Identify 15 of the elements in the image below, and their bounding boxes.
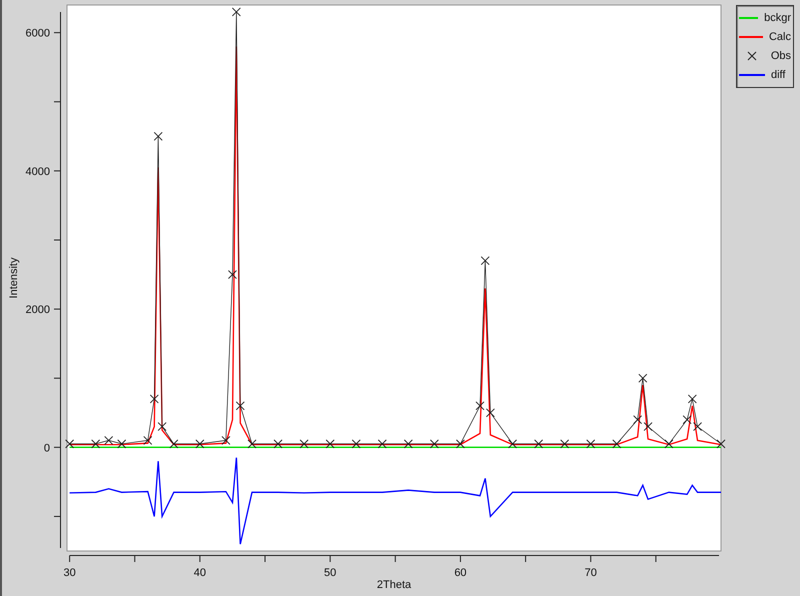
- axis-title: Intensity: [8, 258, 20, 298]
- legend-label: Obs: [770, 50, 791, 62]
- axis-tick-label: 6000: [26, 28, 50, 40]
- legend-label: Calc: [768, 31, 791, 43]
- axis-tick-label: 0: [44, 442, 50, 454]
- axis-tick-label: 60: [454, 567, 467, 579]
- legend-label: diff: [771, 69, 786, 81]
- axis-tick-label: 2000: [26, 304, 50, 316]
- axis-title: 2Theta: [376, 579, 412, 591]
- legend-label: bckgr: [764, 12, 791, 24]
- axis-tick-label: 30: [63, 567, 76, 579]
- axis-tick-label: 40: [194, 567, 206, 579]
- axis-tick-label: 70: [584, 567, 597, 579]
- axis-tick-label: 50: [324, 567, 336, 579]
- axis-tick-label: 4000: [26, 166, 50, 178]
